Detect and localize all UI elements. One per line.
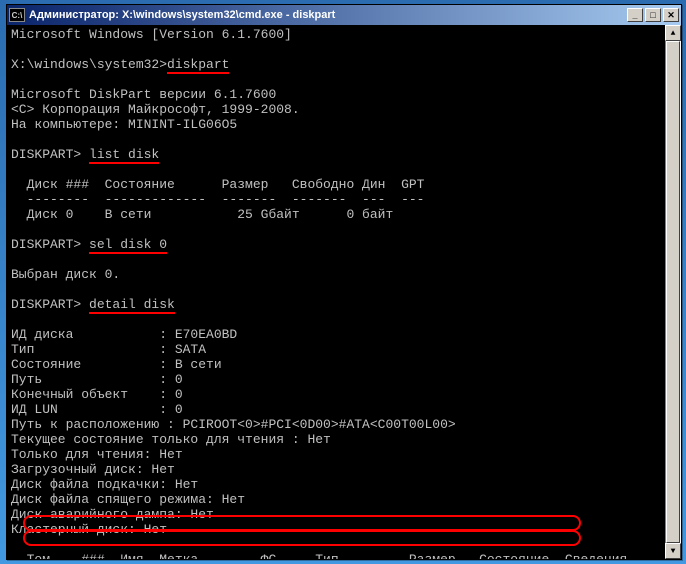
cmd-window: C:\ Администратор: X:\windows\system32\c… — [6, 4, 682, 560]
prompt: X:\windows\system32> — [11, 57, 167, 72]
detail-line: Путь к расположению : PCIROOT<0>#PCI<0D0… — [11, 417, 456, 432]
scroll-up-button[interactable]: ▲ — [665, 25, 681, 41]
scroll-track[interactable] — [665, 41, 681, 543]
minimize-button[interactable]: _ — [627, 8, 643, 22]
detail-line: Диск аварийного дампа: Нет — [11, 507, 214, 522]
detail-line: Состояние : В сети — [11, 357, 222, 372]
detail-line: ИД LUN : 0 — [11, 402, 183, 417]
titlebar[interactable]: C:\ Администратор: X:\windows\system32\c… — [7, 5, 681, 25]
disk-table-row: Диск 0 В сети 25 Gбайт 0 байт — [11, 207, 393, 222]
console-line: Microsoft DiskPart версии 6.1.7600 — [11, 87, 276, 102]
console-line: Выбран диск 0. — [11, 267, 120, 282]
detail-line: Кластерный диск: Нет — [11, 522, 167, 537]
window-title: Администратор: X:\windows\system32\cmd.e… — [29, 9, 627, 21]
detail-line: Тип : SATA — [11, 342, 206, 357]
detail-line: Путь : 0 — [11, 372, 183, 387]
detail-line: Диск файла подкачки: Нет — [11, 477, 198, 492]
prompt: DISKPART> — [11, 237, 89, 252]
cmd-list-disk: list disk — [89, 147, 159, 164]
cmd-detail-disk: detail disk — [89, 297, 175, 314]
detail-line: Только для чтения: Нет — [11, 447, 183, 462]
detail-line: ИД диска : E70EA0BD — [11, 327, 237, 342]
console-line: <C> Корпорация Майкрософт, 1999-2008. — [11, 102, 300, 117]
close-button[interactable]: ✕ — [663, 8, 679, 22]
prompt: DISKPART> — [11, 297, 89, 312]
vertical-scrollbar[interactable]: ▲ ▼ — [665, 25, 681, 559]
console-line: На компьютере: MININT-ILG06O5 — [11, 117, 237, 132]
console-area[interactable]: Microsoft Windows [Version 6.1.7600] X:\… — [7, 25, 681, 559]
cmd-icon: C:\ — [9, 8, 25, 22]
volume-table-header: Том ### Имя Метка ФС Тип Размер Состояни… — [11, 552, 627, 559]
scroll-thumb[interactable] — [666, 41, 680, 543]
disk-table-divider: -------- ------------- ------- ------- -… — [11, 192, 424, 207]
cmd-diskpart: diskpart — [167, 57, 229, 74]
detail-line: Конечный объект : 0 — [11, 387, 183, 402]
maximize-button[interactable]: □ — [645, 8, 661, 22]
detail-line: Текущее состояние только для чтения : Не… — [11, 432, 331, 447]
scroll-down-button[interactable]: ▼ — [665, 543, 681, 559]
cmd-sel-disk: sel disk 0 — [89, 237, 167, 254]
disk-table-header: Диск ### Состояние Размер Свободно Дин G… — [11, 177, 424, 192]
window-controls: _ □ ✕ — [627, 8, 679, 22]
detail-line: Загрузочный диск: Нет — [11, 462, 175, 477]
prompt: DISKPART> — [11, 147, 89, 162]
detail-line: Диск файла спящего режима: Нет — [11, 492, 245, 507]
console-line: Microsoft Windows [Version 6.1.7600] — [11, 27, 292, 42]
